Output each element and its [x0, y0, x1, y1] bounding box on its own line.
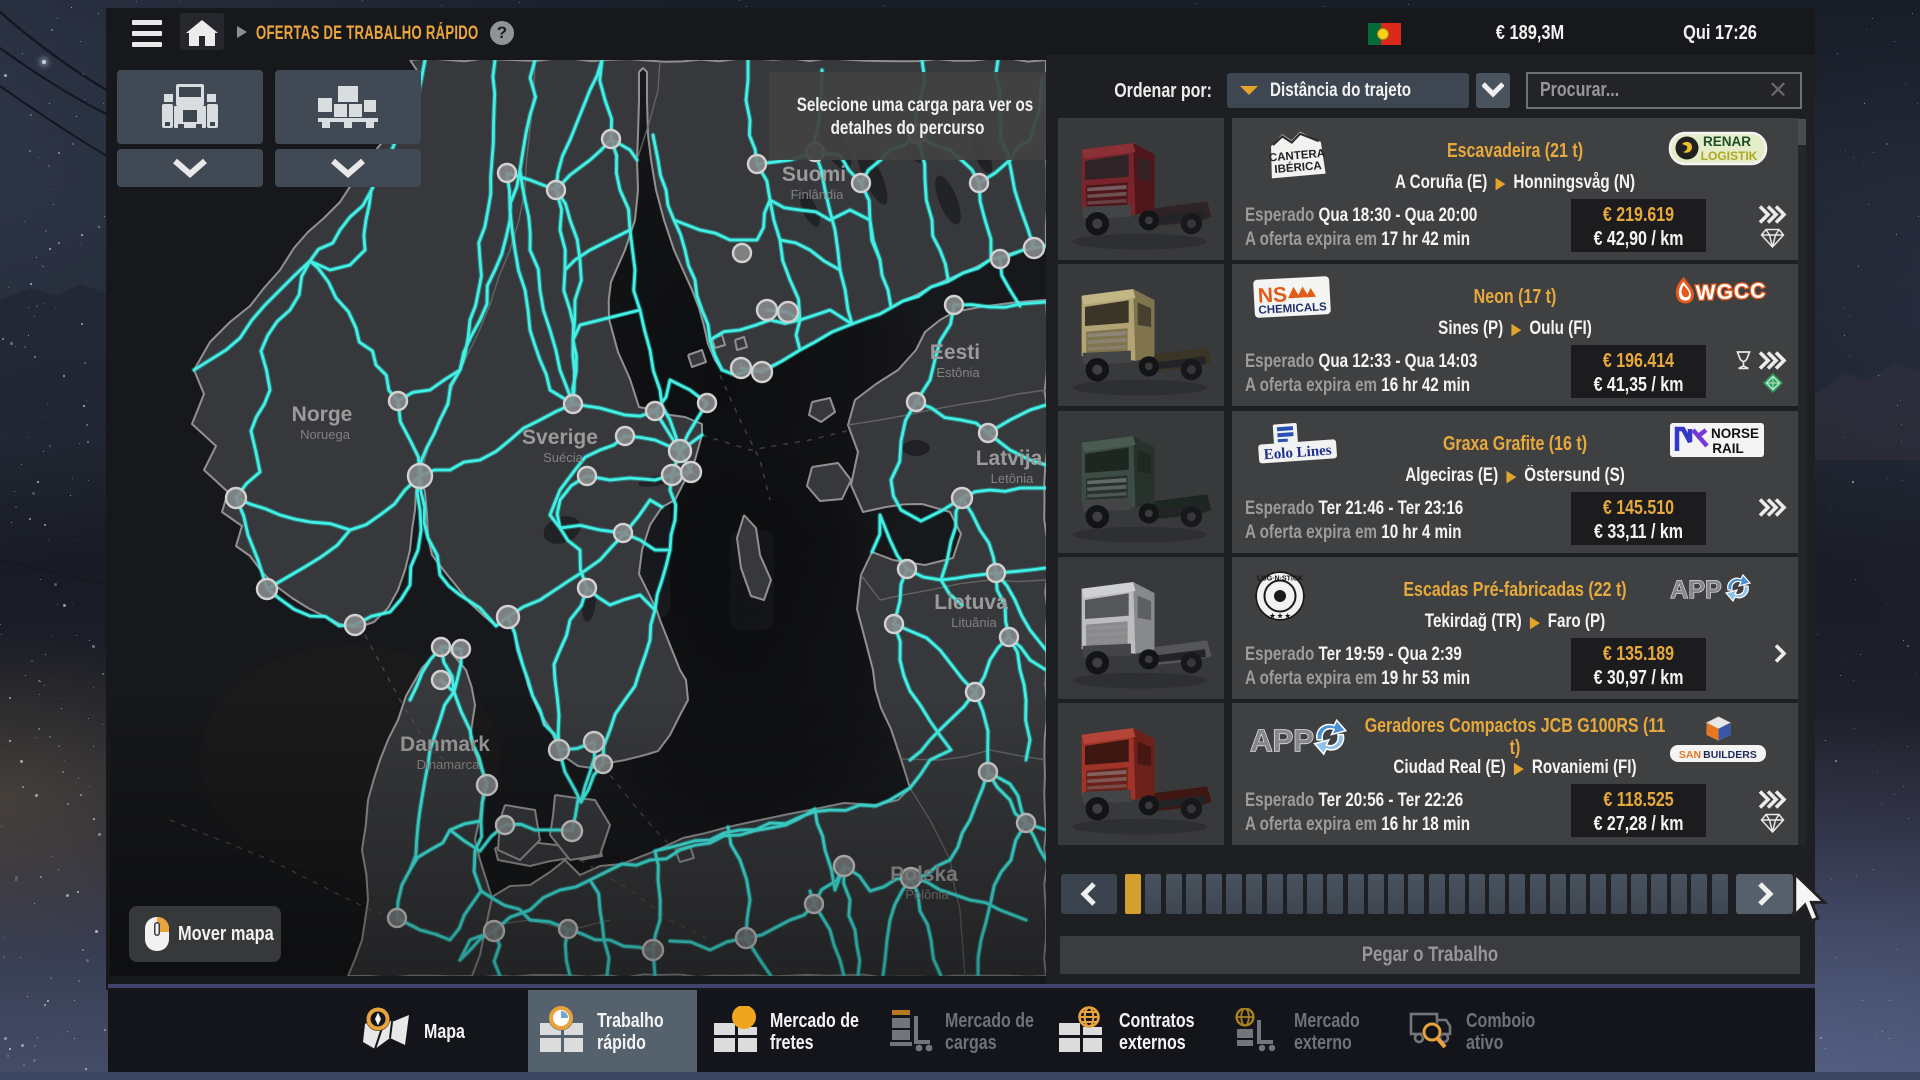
svg-text:SAN: SAN: [1679, 749, 1701, 761]
svg-text:Eolo Lines: Eolo Lines: [1263, 443, 1332, 464]
svg-text:LOG·N·STICK: LOG·N·STICK: [1257, 576, 1303, 583]
svg-text:RAIL: RAIL: [1712, 441, 1744, 456]
svg-text:APP: APP: [1670, 576, 1721, 604]
svg-text:BUILDERS: BUILDERS: [1703, 749, 1757, 761]
svg-text:NORSE: NORSE: [1711, 426, 1759, 441]
svg-text:WGCC: WGCC: [1695, 279, 1766, 304]
svg-text:★ ★ ★: ★ ★ ★: [1269, 612, 1291, 620]
svg-text:LOGISTIK: LOGISTIK: [1701, 149, 1758, 163]
svg-text:RENAR: RENAR: [1703, 134, 1751, 149]
svg-text:APP: APP: [1250, 723, 1314, 758]
